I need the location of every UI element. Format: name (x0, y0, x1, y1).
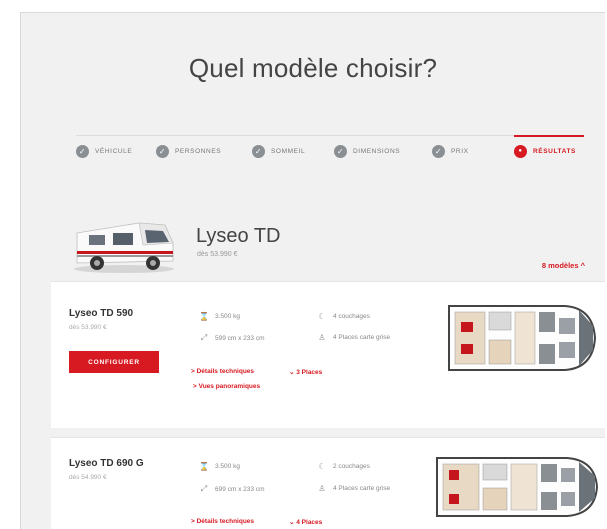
variant-price: dès 54.990 € (69, 474, 107, 481)
places-link[interactable]: ⌄ 3 Places (289, 368, 322, 376)
seat-icon: ♙ (318, 484, 326, 493)
configurator-panel: Quel modèle choisir? ✓ Véhicule ✓ Person… (20, 12, 605, 529)
step-label: Sommeil (271, 148, 306, 155)
floor-plan-image (436, 457, 599, 517)
details-link[interactable]: > Détails techniques (191, 518, 254, 525)
places-link[interactable]: ⌄ 4 Places (289, 518, 322, 526)
spec-beds: ☾ 2 couchages (318, 462, 370, 471)
dimensions-icon: ⤢ (200, 333, 208, 342)
check-icon: ✓ (76, 145, 89, 158)
moon-icon: ☾ (318, 462, 326, 471)
step-label: Dimensions (353, 148, 401, 155)
step-label: Personnes (175, 148, 222, 155)
details-link[interactable]: > Détails techniques (191, 368, 254, 375)
active-step-underline (514, 135, 584, 137)
check-icon: ✓ (334, 145, 347, 158)
variant-name: Lyseo TD 590 (69, 308, 134, 319)
step-label: Prix (451, 148, 469, 155)
step-sommeil[interactable]: ✓ Sommeil (252, 145, 305, 158)
spec-size: ⤢ 699 cm x 233 cm (200, 484, 265, 493)
spec-size: ⤢ 599 cm x 233 cm (200, 333, 265, 342)
variant-price: dès 53.990 € (69, 324, 107, 331)
variant-card: Lyseo TD 690 G dès 54.990 € ⌛ 3.500 kg ⤢… (51, 437, 605, 529)
dot-icon: ● (514, 145, 527, 158)
panoramic-views-link[interactable]: > Vues panoramiques (193, 383, 260, 390)
weight-icon: ⌛ (199, 312, 209, 321)
check-icon: ✓ (432, 145, 445, 158)
step-label: Véhicule (95, 148, 133, 155)
check-icon: ✓ (252, 145, 265, 158)
models-count-link[interactable]: 8 modèles ^ (542, 261, 585, 270)
variant-card: Lyseo TD 590 dès 53.990 € Configurer ⌛ 3… (51, 281, 605, 428)
spec-weight: ⌛ 3.500 kg (199, 312, 240, 321)
page-title: Quel modèle choisir? (188, 53, 438, 83)
variant-name: Lyseo TD 690 G (69, 458, 144, 469)
step-progress-bar: ✓ Véhicule ✓ Personnes ✓ Sommeil ✓ Dimen… (76, 135, 584, 158)
step-personnes[interactable]: ✓ Personnes (156, 145, 221, 158)
check-icon: ✓ (156, 145, 169, 158)
step-resultats[interactable]: ● Résultats (514, 145, 576, 158)
dimensions-icon: ⤢ (200, 484, 208, 493)
spec-beds: ☾ 4 couchages (318, 312, 370, 321)
step-vehicule[interactable]: ✓ Véhicule (76, 145, 132, 158)
moon-icon: ☾ (318, 312, 326, 321)
spec-seats: ♙ 4 Places carte grise (318, 333, 391, 342)
step-prix[interactable]: ✓ Prix (432, 145, 469, 158)
camper-van-image (74, 222, 174, 273)
weight-icon: ⌛ (199, 462, 209, 471)
seat-icon: ♙ (318, 333, 326, 342)
floor-plan-image (448, 305, 597, 371)
model-price: dès 53.990 € (197, 251, 238, 258)
step-label: Résultats (533, 148, 576, 155)
configure-button[interactable]: Configurer (69, 351, 159, 373)
spec-weight: ⌛ 3.500 kg (199, 462, 240, 471)
step-dimensions[interactable]: ✓ Dimensions (334, 145, 400, 158)
spec-seats: ♙ 4 Places carte grise (318, 484, 391, 493)
model-name: Lyseo TD (196, 225, 281, 247)
